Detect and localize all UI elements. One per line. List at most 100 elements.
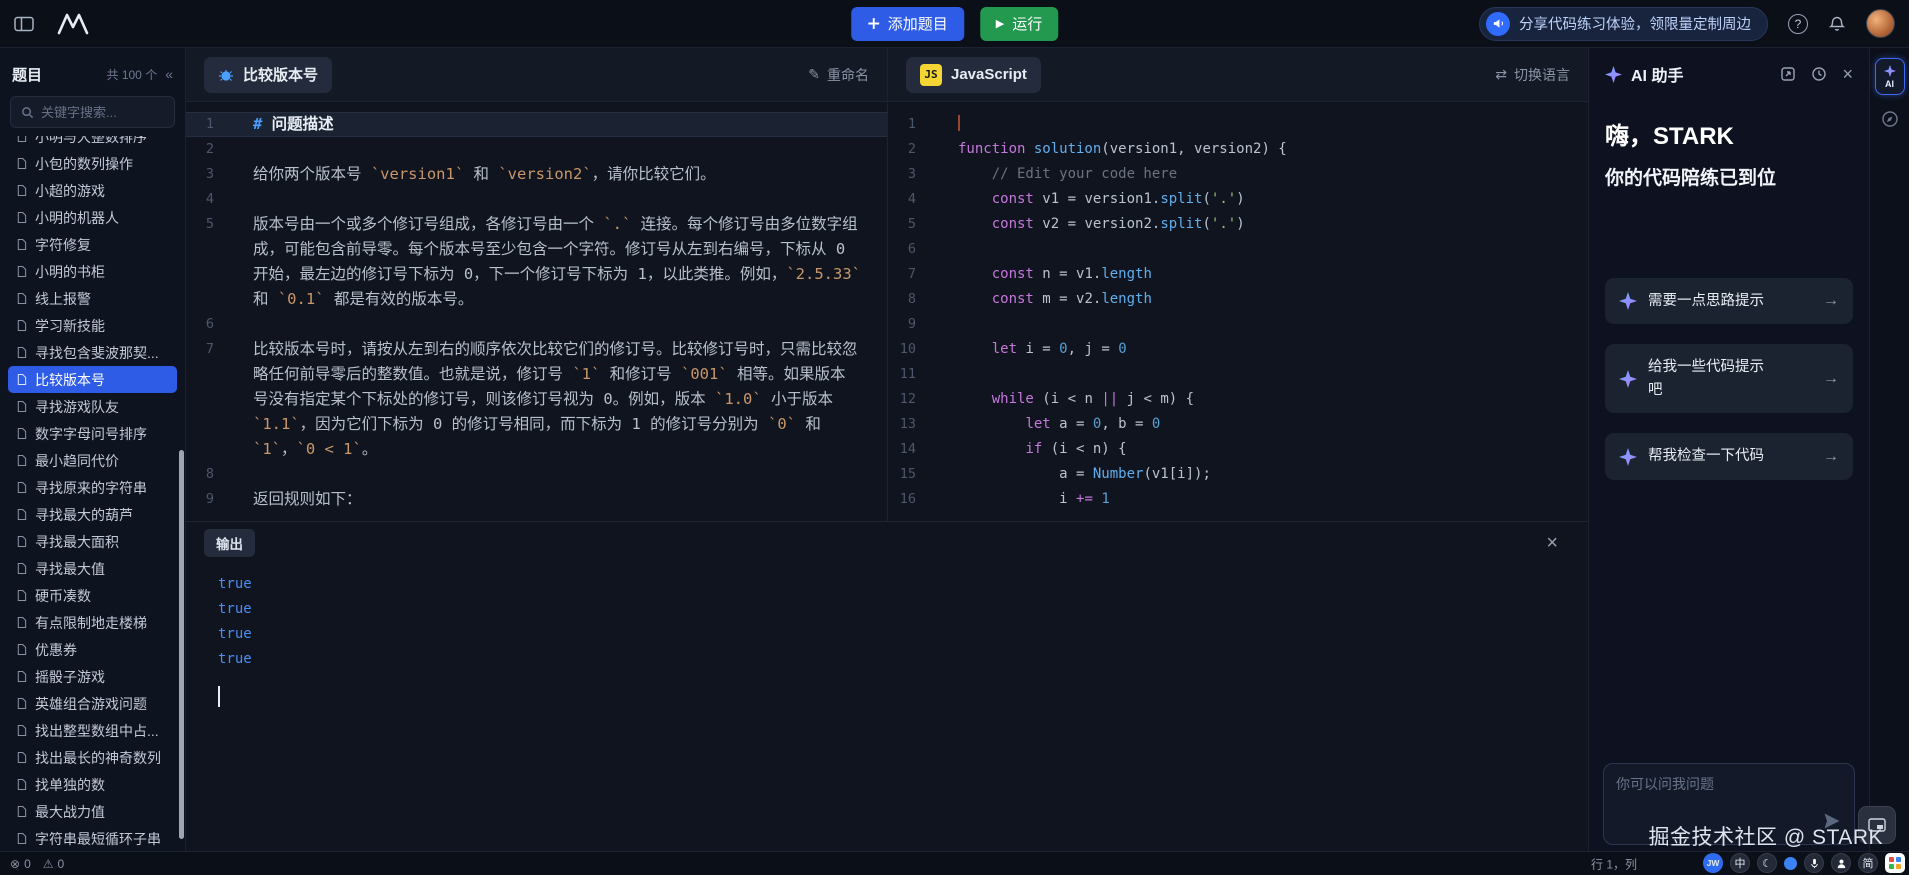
sidebar-toggle-icon[interactable]: [14, 16, 34, 32]
bell-icon[interactable]: [1828, 15, 1846, 33]
line-content[interactable]: const n = v1.length: [934, 262, 1588, 287]
editor-line[interactable]: 13 let a = 0, b = 0: [888, 412, 1588, 437]
switch-language-button[interactable]: ⇄ 切换语言: [1495, 65, 1570, 85]
line-content[interactable]: a = Number(v1[i]);: [934, 462, 1588, 487]
list-item[interactable]: 最小趋同代价: [8, 447, 177, 474]
help-icon[interactable]: ?: [1788, 13, 1808, 34]
editor-line[interactable]: 4: [186, 187, 887, 212]
close-icon[interactable]: ×: [1842, 65, 1853, 83]
add-problem-button[interactable]: 添加题目: [850, 6, 964, 41]
editor-line[interactable]: 6: [888, 237, 1588, 262]
line-content[interactable]: 给你两个版本号 `version1` 和 `version2`，请你比较它们。: [232, 162, 887, 187]
line-content[interactable]: function solution(version1, version2) {: [934, 137, 1588, 162]
close-icon[interactable]: ×: [1546, 533, 1558, 553]
ai-assistant-badge[interactable]: AI: [1874, 58, 1905, 95]
line-content[interactable]: const m = v2.length: [934, 287, 1588, 312]
list-item[interactable]: 寻找最大的葫芦: [8, 501, 177, 528]
editor-line[interactable]: 8: [186, 462, 887, 487]
list-item[interactable]: 寻找包含斐波那契...: [8, 339, 177, 366]
editor-line[interactable]: 5 const v2 = version2.split('.'): [888, 212, 1588, 237]
history-icon[interactable]: [1811, 66, 1827, 82]
list-item[interactable]: 寻找最大值: [8, 555, 177, 582]
list-item[interactable]: 小包的数列操作: [8, 150, 177, 177]
list-item[interactable]: 字符串最短循环子串: [8, 825, 177, 851]
ai-input-box[interactable]: [1603, 763, 1855, 845]
code-editor[interactable]: 1 2 function solution(version1, version2…: [888, 102, 1588, 521]
editor-line[interactable]: 12 while (i < n || j < m) {: [888, 387, 1588, 412]
ai-suggestion-card[interactable]: 帮我检查一下代码 →: [1605, 433, 1853, 480]
list-item[interactable]: 最大战力值: [8, 798, 177, 825]
editor-line[interactable]: 7 比较版本号时，请按从左到右的顺序依次比较它们的修订号。比较修订号时，只需比较…: [186, 337, 887, 462]
list-item[interactable]: 找出整型数组中占...: [8, 717, 177, 744]
export-icon[interactable]: [1780, 66, 1796, 82]
list-item[interactable]: 硬币凑数: [8, 582, 177, 609]
editor-line[interactable]: 2: [186, 137, 887, 162]
ai-chat-input[interactable]: [1616, 774, 1842, 834]
ai-suggestion-card[interactable]: 需要一点思路提示 →: [1605, 278, 1853, 325]
list-item[interactable]: 小明与大整数排序: [8, 136, 177, 150]
list-item[interactable]: 寻找游戏队友: [8, 393, 177, 420]
output-console[interactable]: true true true true: [186, 564, 1588, 707]
problem-tab[interactable]: 比较版本号: [204, 56, 333, 93]
line-content[interactable]: [934, 312, 1588, 337]
list-item[interactable]: 比较版本号: [8, 366, 177, 393]
send-icon[interactable]: [1822, 811, 1842, 836]
picture-in-picture-button[interactable]: [1858, 806, 1896, 844]
search-box[interactable]: [10, 96, 175, 128]
line-content[interactable]: 比较版本号时，请按从左到右的顺序依次比较它们的修订号。比较修订号时，只需比较忽略…: [232, 337, 887, 462]
ai-suggestion-card[interactable]: 给我一些代码提示吧 →: [1605, 344, 1853, 414]
editor-line[interactable]: 5 版本号由一个或多个修订号组成，各修订号由一个 `.` 连接。每个修订号由多位…: [186, 212, 887, 312]
list-item[interactable]: 优惠券: [8, 636, 177, 663]
search-input[interactable]: [41, 104, 164, 120]
line-content[interactable]: [232, 137, 887, 162]
microphone-icon[interactable]: [1804, 853, 1824, 873]
list-item[interactable]: 摇骰子游戏: [8, 663, 177, 690]
line-content[interactable]: i += 1: [934, 487, 1588, 512]
grid-icon[interactable]: [1885, 853, 1905, 873]
editor-line[interactable]: 4 const v1 = version1.split('.'): [888, 187, 1588, 212]
line-content[interactable]: // Edit your code here: [934, 162, 1588, 187]
list-item[interactable]: 英雄组合游戏问题: [8, 690, 177, 717]
editor-line[interactable]: 1: [888, 112, 1588, 137]
line-content[interactable]: if (i < n) {: [934, 437, 1588, 462]
editor-line[interactable]: 3 给你两个版本号 `version1` 和 `version2`，请你比较它们…: [186, 162, 887, 187]
line-content[interactable]: 返回规则如下：: [232, 487, 887, 512]
line-content[interactable]: # 问题描述: [232, 112, 887, 137]
editor-line[interactable]: 15 a = Number(v1[i]);: [888, 462, 1588, 487]
editor-line[interactable]: 6: [186, 312, 887, 337]
list-item[interactable]: 线上报警: [8, 285, 177, 312]
avatar[interactable]: [1866, 9, 1895, 38]
list-item[interactable]: 小超的游戏: [8, 177, 177, 204]
collapse-icon[interactable]: «: [165, 66, 173, 82]
editor-line[interactable]: 11: [888, 362, 1588, 387]
rename-button[interactable]: ✎ 重命名: [808, 65, 869, 85]
compass-icon[interactable]: [1880, 109, 1900, 129]
problems-indicator[interactable]: ⊗ 0 ⚠ 0: [10, 857, 64, 871]
list-item[interactable]: 小明的机器人: [8, 204, 177, 231]
line-content[interactable]: [232, 187, 887, 212]
editor-line[interactable]: 9: [888, 312, 1588, 337]
editor-line[interactable]: 1 # 问题描述: [186, 112, 887, 137]
line-content[interactable]: 版本号由一个或多个修订号组成，各修订号由一个 `.` 连接。每个修订号由多位数字…: [232, 212, 887, 312]
line-content[interactable]: [232, 462, 887, 487]
language-tab[interactable]: JS JavaScript: [906, 56, 1041, 93]
list-item[interactable]: 数字字母问号排序: [8, 420, 177, 447]
user-icon[interactable]: [1831, 853, 1851, 873]
editor-line[interactable]: 8 const m = v2.length: [888, 287, 1588, 312]
line-content[interactable]: const v1 = version1.split('.'): [934, 187, 1588, 212]
line-content[interactable]: let a = 0, b = 0: [934, 412, 1588, 437]
editor-line[interactable]: 10 let i = 0, j = 0: [888, 337, 1588, 362]
list-item[interactable]: 找单独的数: [8, 771, 177, 798]
editor-line[interactable]: 16 i += 1: [888, 487, 1588, 512]
cursor-position[interactable]: 行 1，列: [1591, 855, 1637, 872]
tray-app-icon[interactable]: JW: [1703, 853, 1723, 873]
editor-line[interactable]: 14 if (i < n) {: [888, 437, 1588, 462]
list-item[interactable]: 字符修复: [8, 231, 177, 258]
list-item[interactable]: 小明的书柜: [8, 258, 177, 285]
line-content[interactable]: [934, 237, 1588, 262]
list-item[interactable]: 有点限制地走楼梯: [8, 609, 177, 636]
list-item[interactable]: 寻找最大面积: [8, 528, 177, 555]
list-item[interactable]: 学习新技能: [8, 312, 177, 339]
ime-simplified-icon[interactable]: 简: [1858, 853, 1878, 873]
editor-line[interactable]: 2 function solution(version1, version2) …: [888, 137, 1588, 162]
